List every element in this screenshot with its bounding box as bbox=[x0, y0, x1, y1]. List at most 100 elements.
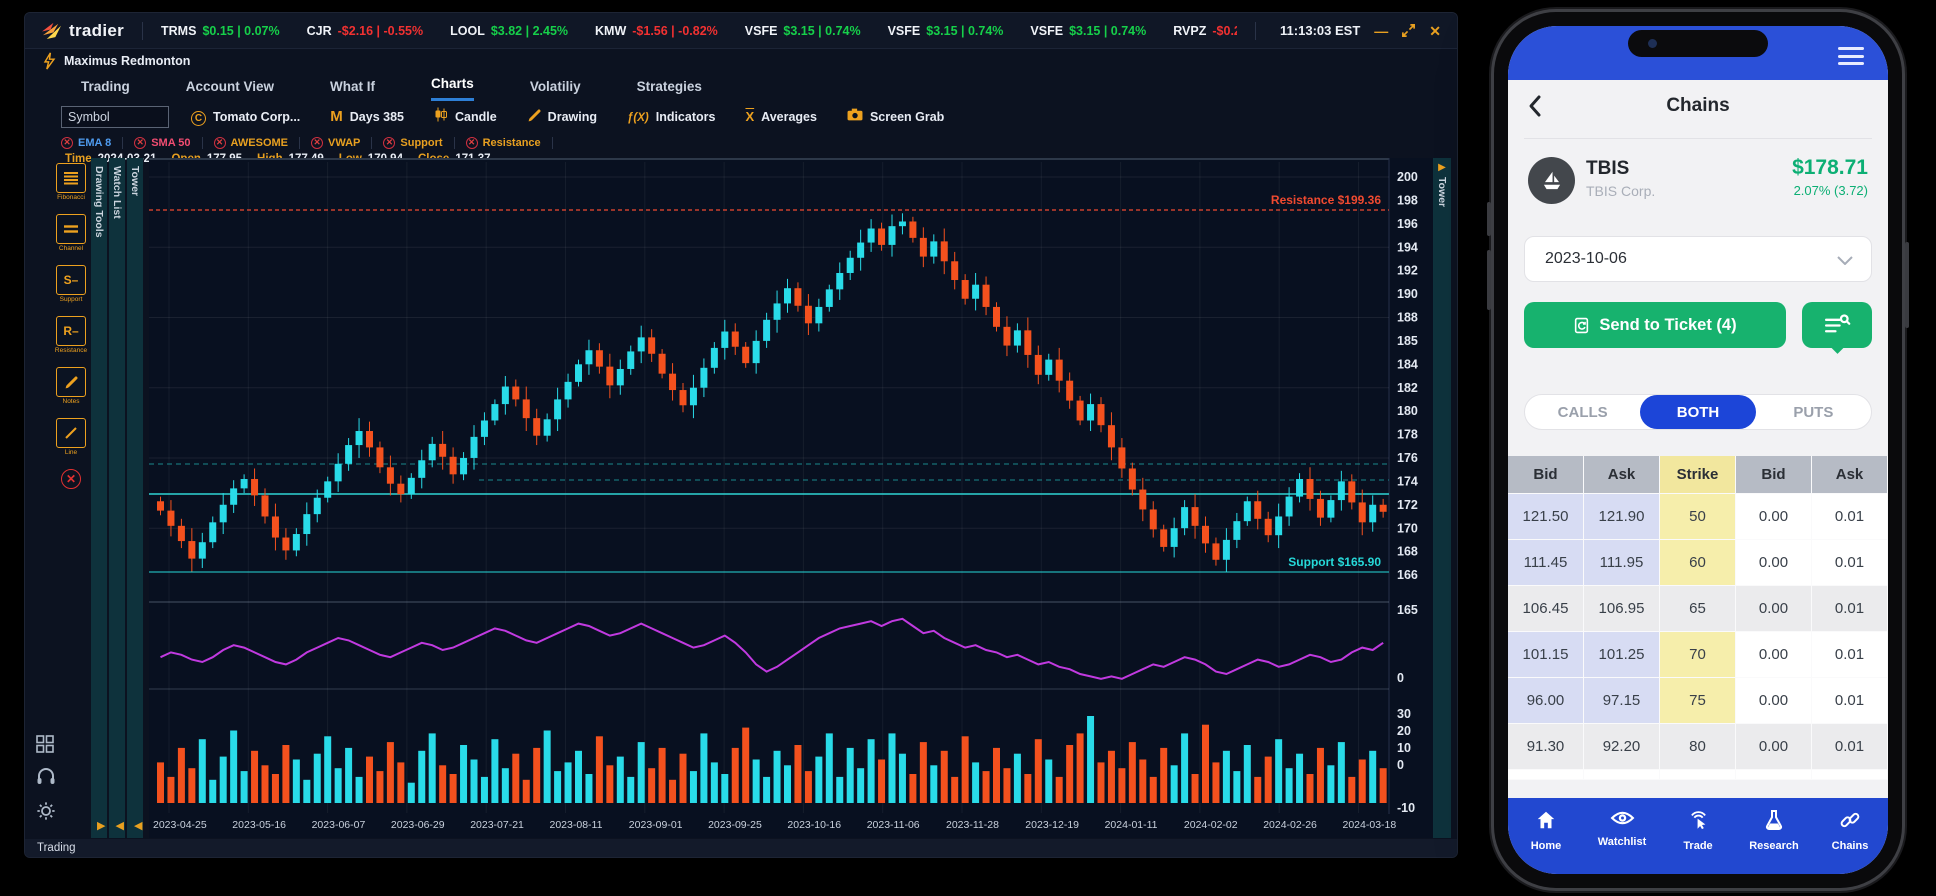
bubble-tip bbox=[1831, 341, 1844, 354]
channel-icon[interactable] bbox=[56, 214, 86, 244]
toolbar-item-days-385[interactable]: MDays 385 bbox=[330, 108, 404, 126]
volume-bar bbox=[794, 745, 801, 803]
table-row[interactable]: 96.0097.15750.000.01 bbox=[1508, 678, 1888, 724]
resistance-icon[interactable]: R– bbox=[56, 316, 86, 346]
tab-strategies[interactable]: Strategies bbox=[637, 79, 702, 101]
volume-bar bbox=[408, 783, 415, 803]
toolbar-item-tomato-corp-[interactable]: CTomato Corp... bbox=[191, 108, 300, 126]
volume-bar bbox=[1202, 725, 1209, 803]
date-axis-label: 2023-11-06 bbox=[867, 819, 920, 831]
chart-jump-back-button[interactable]: ◀ bbox=[134, 819, 142, 832]
nav-item-label: Chains bbox=[1832, 840, 1869, 852]
nav-item-chains[interactable]: Chains bbox=[1812, 809, 1888, 874]
table-row[interactable]: 111.45111.95600.000.01 bbox=[1508, 540, 1888, 586]
expiration-dropdown[interactable]: 2023-10-06 bbox=[1524, 236, 1872, 282]
volume-bar bbox=[575, 751, 582, 803]
tab-trading[interactable]: Trading bbox=[81, 79, 130, 101]
remove-chip-icon[interactable]: ✕ bbox=[311, 137, 323, 149]
drawing-tool-support: S–Support bbox=[53, 265, 89, 303]
remove-chip-icon[interactable]: ✕ bbox=[466, 137, 478, 149]
volume-bar bbox=[700, 733, 707, 803]
chip-sma-50[interactable]: ✕SMA 50 bbox=[123, 137, 202, 149]
chip-support[interactable]: ✕Support bbox=[372, 137, 454, 149]
support-icon[interactable]: S– bbox=[56, 265, 86, 295]
toolbar-item-screen-grab[interactable]: Screen Grab bbox=[847, 108, 944, 126]
chart-step-back-button[interactable]: ◀ bbox=[115, 819, 123, 832]
toolbar-item-candle[interactable]: Candle bbox=[434, 107, 497, 127]
chart-play-button[interactable]: ▶ bbox=[97, 819, 105, 832]
price-cell: 106.45 bbox=[1508, 586, 1584, 632]
volume-bar bbox=[387, 742, 394, 803]
volume-bar bbox=[690, 771, 697, 803]
ticker-value: -$1.56 | -0.82% bbox=[632, 24, 718, 38]
candle-body bbox=[1077, 401, 1084, 421]
price-cell: 0.01 bbox=[1812, 632, 1888, 678]
minimize-icon[interactable]: — bbox=[1374, 24, 1388, 38]
price-cell: 111.45 bbox=[1508, 540, 1584, 586]
line-icon[interactable] bbox=[56, 418, 86, 448]
tab-volatiliy[interactable]: Volatiliy bbox=[530, 79, 581, 101]
toolbar-item-drawing[interactable]: Drawing bbox=[527, 108, 597, 127]
segment-puts[interactable]: PUTS bbox=[1756, 395, 1871, 429]
symbol-avatar bbox=[1528, 157, 1575, 204]
chip-vwap[interactable]: ✕VWAP bbox=[300, 137, 372, 149]
ticker-value: $3.15 | 0.74% bbox=[926, 24, 1003, 38]
tab-what-if[interactable]: What If bbox=[330, 79, 375, 101]
resize-icon[interactable] bbox=[1401, 23, 1416, 38]
fib-lines-icon[interactable] bbox=[56, 163, 86, 193]
nav-item-trade[interactable]: Trade bbox=[1660, 809, 1736, 874]
table-row[interactable] bbox=[1508, 770, 1888, 780]
segment-calls[interactable]: CALLS bbox=[1525, 395, 1640, 429]
remove-chip-icon[interactable]: ✕ bbox=[214, 137, 226, 149]
symbol-input[interactable] bbox=[61, 106, 169, 128]
table-row[interactable]: 101.15101.25700.000.01 bbox=[1508, 632, 1888, 678]
chip-ema-8[interactable]: ✕EMA 8 bbox=[61, 137, 123, 149]
nav-item-watchlist[interactable]: Watchlist bbox=[1584, 809, 1660, 874]
send-to-ticket-button[interactable]: Send to Ticket (4) bbox=[1524, 302, 1786, 348]
candle-body bbox=[1233, 521, 1240, 540]
clear-drawings-button[interactable]: ✕ bbox=[61, 469, 81, 489]
volume-bar bbox=[293, 760, 300, 804]
tab-charts[interactable]: Charts bbox=[431, 76, 474, 101]
notes-icon[interactable] bbox=[56, 367, 86, 397]
toolbar-item-averages[interactable]: XAverages bbox=[745, 108, 817, 126]
toolbar-item-indicators[interactable]: ƒ(X)Indicators bbox=[627, 108, 715, 126]
panel-tab-watch-list[interactable]: Watch List bbox=[109, 158, 125, 838]
chip-awesome[interactable]: ✕AWESOME bbox=[203, 137, 300, 149]
chip-resistance[interactable]: ✕Resistance bbox=[455, 137, 553, 149]
panel-tab-tower[interactable]: Tower bbox=[127, 158, 143, 838]
symbol-change: 2.07% (3.72) bbox=[1794, 183, 1868, 198]
right-panel-tab-tower[interactable]: ▶ Tower bbox=[1433, 158, 1451, 838]
expiration-value: 2023-10-06 bbox=[1545, 250, 1627, 268]
layout-grid-button[interactable] bbox=[36, 735, 58, 758]
candle-body bbox=[899, 221, 906, 226]
remove-chip-icon[interactable]: ✕ bbox=[61, 137, 73, 149]
support-button[interactable] bbox=[36, 767, 58, 790]
nav-item-home[interactable]: Home bbox=[1508, 809, 1584, 874]
candle-body bbox=[638, 337, 645, 351]
remove-chip-icon[interactable]: ✕ bbox=[383, 137, 395, 149]
volume-bar bbox=[251, 751, 258, 803]
price-chart[interactable]: Resistance $199.36Support $165.902001981… bbox=[149, 158, 1433, 838]
expand-panel-icon[interactable]: ▶ bbox=[1433, 162, 1451, 173]
chart-canvas[interactable]: Resistance $199.36Support $165.902001981… bbox=[149, 158, 1433, 838]
close-icon[interactable]: ✕ bbox=[1429, 24, 1441, 38]
remove-chip-icon[interactable]: ✕ bbox=[134, 137, 146, 149]
phone-volume-down-button bbox=[1487, 250, 1491, 310]
table-row[interactable]: 91.3092.20800.000.01 bbox=[1508, 724, 1888, 770]
segment-both[interactable]: BOTH bbox=[1640, 395, 1755, 429]
tab-account-view[interactable]: Account View bbox=[186, 79, 274, 101]
candle-body bbox=[512, 387, 519, 400]
volume-bar bbox=[523, 780, 530, 803]
table-row[interactable]: 106.45106.95650.000.01 bbox=[1508, 586, 1888, 632]
table-row[interactable]: 121.50121.90500.000.01 bbox=[1508, 494, 1888, 540]
nav-item-research[interactable]: Research bbox=[1736, 809, 1812, 874]
volume-bar bbox=[220, 757, 227, 803]
chain-list-button[interactable] bbox=[1802, 302, 1872, 348]
settings-button[interactable] bbox=[36, 801, 58, 826]
panel-tab-drawing-tools[interactable]: Drawing Tools bbox=[91, 158, 107, 838]
candle-body bbox=[450, 457, 457, 475]
menu-button[interactable] bbox=[1838, 47, 1864, 65]
candle-body bbox=[167, 511, 174, 526]
candle-body bbox=[857, 243, 864, 258]
